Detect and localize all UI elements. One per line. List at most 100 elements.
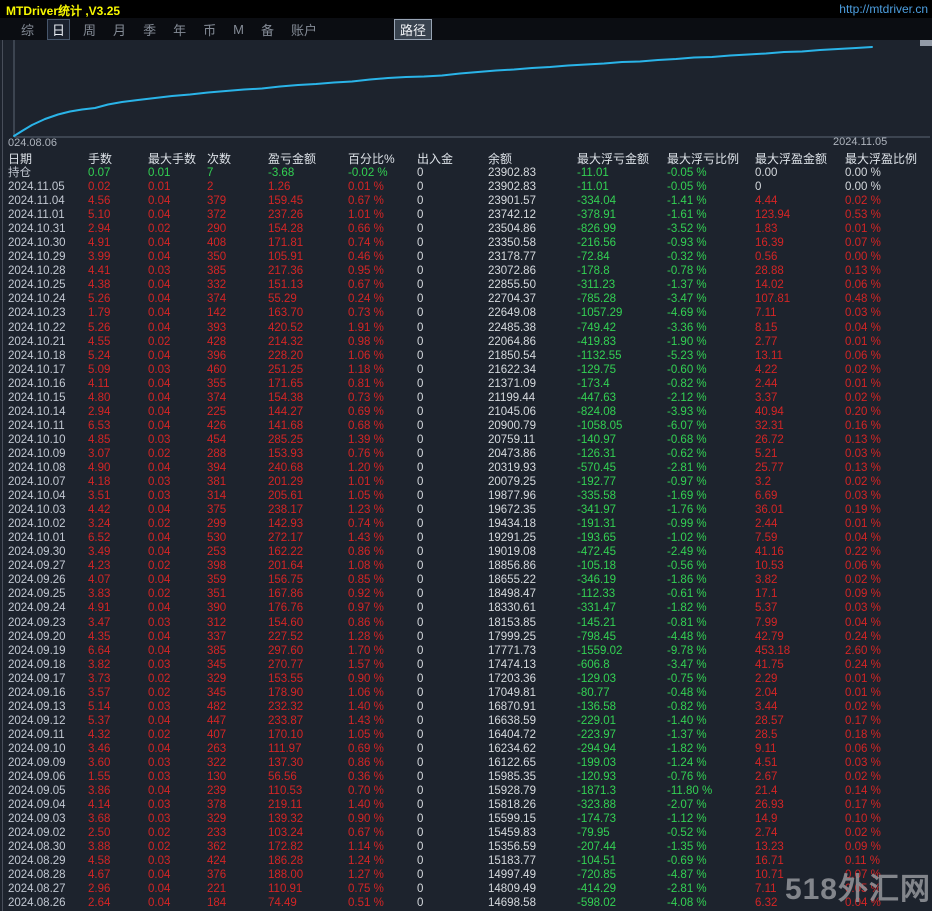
cell: 0.02 <box>148 335 171 348</box>
table-row[interactable]: 2024.09.11 4.32 0.02 407 170.10 1.05 % 0 16404.… <box>0 728 932 742</box>
table-row[interactable]: 2024.09.19 6.64 0.04 385 297.60 1.70 % 0 17771.… <box>0 644 932 658</box>
cell: -136.58 <box>577 700 617 713</box>
table-row[interactable]: 2024.10.30 4.91 0.04 408 171.81 0.74 % 0 23350.… <box>0 236 932 250</box>
cell: 3.37 <box>755 391 778 404</box>
cell: 0 <box>417 181 424 194</box>
table-row[interactable]: 2024.09.17 3.73 0.02 329 153.55 0.90 % 0 17203.… <box>0 672 932 686</box>
menu-item-10[interactable]: 账户 <box>287 19 321 40</box>
menu-item-5[interactable]: 季 <box>139 19 160 40</box>
table-row[interactable]: 2024.10.29 3.99 0.04 350 105.91 0.46 % 0 23178.… <box>0 250 932 264</box>
cell: 7.99 <box>755 616 778 629</box>
menu-bar: 综日周月季年币 M 备账户 路径 <box>0 18 932 40</box>
menu-item-1[interactable]: 综 <box>17 19 38 40</box>
table-row[interactable]: 2024.11.01 5.10 0.04 372 237.26 1.01 % 0 23742.… <box>0 208 932 222</box>
cell: 0 <box>417 644 424 657</box>
table-row[interactable]: 2024.10.10 4.85 0.03 454 285.25 1.39 % 0 20759.… <box>0 433 932 447</box>
table-row[interactable]: 2024.09.18 3.82 0.03 345 270.77 1.57 % 0 17474.… <box>0 658 932 672</box>
menu-item-7[interactable]: 币 <box>199 19 220 40</box>
table-row[interactable]: 2024.10.03 4.42 0.04 375 238.17 1.23 % 0 19672.… <box>0 503 932 517</box>
cell: 2024.09.04 <box>8 799 66 812</box>
table-row[interactable]: 2024.10.08 4.90 0.04 394 240.68 1.20 % 0 20319.… <box>0 461 932 475</box>
table-row[interactable]: 2024.09.25 3.83 0.02 351 167.86 0.92 % 0 18498.… <box>0 587 932 601</box>
table-row[interactable]: 2024.10.23 1.79 0.04 142 163.70 0.73 % 0 22649.… <box>0 306 932 320</box>
table-row[interactable]: 2024.09.26 4.07 0.04 359 156.75 0.85 % 0 18655.… <box>0 573 932 587</box>
cell: 0.17 % <box>845 799 881 812</box>
table-row[interactable]: 2024.09.12 5.37 0.04 447 233.87 1.43 % 0 16638.… <box>0 714 932 728</box>
app-url-link[interactable]: http://mtdriver.cn <box>839 2 928 16</box>
table-row[interactable]: 2024.10.02 3.24 0.02 299 142.93 0.74 % 0 19434.… <box>0 517 932 531</box>
cell: 0.67 % <box>348 195 384 208</box>
table-row[interactable]: 2024.10.15 4.80 0.04 374 154.38 0.73 % 0 21199.… <box>0 391 932 405</box>
table-row[interactable]: 2024.09.23 3.47 0.03 312 154.60 0.86 % 0 18153.… <box>0 616 932 630</box>
table-row[interactable]: 2024.10.24 5.26 0.04 374 55.29 0.24 % 0 22704.3… <box>0 292 932 306</box>
table-row[interactable]: 2024.09.09 3.60 0.03 322 137.30 0.86 % 0 16122.… <box>0 756 932 770</box>
menu-item-6[interactable]: 年 <box>169 19 190 40</box>
table-row[interactable]: 2024.09.16 3.57 0.02 345 178.90 1.06 % 0 17049.… <box>0 686 932 700</box>
cell: 0.04 <box>148 209 171 222</box>
menu-item-9[interactable]: 备 <box>257 19 278 40</box>
table-row[interactable]: 2024.10.04 3.51 0.03 314 205.61 1.05 % 0 19877.… <box>0 489 932 503</box>
table-row[interactable]: 2024.10.09 3.07 0.02 288 153.93 0.76 % 0 20473.… <box>0 447 932 461</box>
table-row[interactable]: 2024.09.27 4.23 0.02 398 201.64 1.08 % 0 18856.… <box>0 559 932 573</box>
menu-item-3[interactable]: 周 <box>79 19 100 40</box>
cell: -335.58 <box>577 490 617 503</box>
cell: 22704.37 <box>488 293 536 306</box>
cell: 16.39 <box>755 237 784 250</box>
cell: 0.14 % <box>845 785 881 798</box>
cell: 7.11 <box>755 307 777 320</box>
table-row[interactable]: 2024.10.25 4.38 0.04 332 151.13 0.67 % 0 22855.… <box>0 278 932 292</box>
table-row[interactable]: 2024.10.31 2.94 0.02 290 154.28 0.66 % 0 23504.… <box>0 222 932 236</box>
table-row[interactable]: 2024.09.06 1.55 0.03 130 56.56 0.36 % 0 15985.3… <box>0 770 932 784</box>
chart-start-date-label: 024.08.06 <box>8 137 57 149</box>
table-row[interactable]: 2024.10.16 4.11 0.04 355 171.65 0.81 % 0 21371.… <box>0 377 932 391</box>
cell: 0.18 % <box>845 728 881 741</box>
table-row[interactable]: 2024.11.05 0.02 0.01 2 1.26 0.01 % 0 23902.83 -1… <box>0 180 932 194</box>
cell: -223.97 <box>577 728 617 741</box>
table-row[interactable]: 2024.10.28 4.41 0.03 385 217.36 0.95 % 0 23072.… <box>0 264 932 278</box>
cell: 0 <box>417 560 424 573</box>
table-row[interactable]: 2024.10.01 6.52 0.04 530 272.17 1.43 % 0 19291.… <box>0 531 932 545</box>
menu-item-2[interactable]: 日 <box>47 18 71 40</box>
cell: -3.68 <box>268 167 295 179</box>
path-button[interactable]: 路径 <box>393 18 432 40</box>
table-row[interactable]: 2024.09.04 4.14 0.03 378 219.11 1.40 % 0 15818.… <box>0 798 932 812</box>
table-row[interactable]: 2024.11.04 4.56 0.04 379 159.45 0.67 % 0 23901.… <box>0 194 932 208</box>
table-row[interactable]: 2024.10.17 5.09 0.03 460 251.25 1.18 % 0 21622.… <box>0 363 932 377</box>
menu-item-4[interactable]: 月 <box>109 19 130 40</box>
menu-item-8[interactable]: M <box>229 21 248 38</box>
cell: 0.02 % <box>845 574 881 587</box>
cell: 0.04 <box>148 237 171 250</box>
cell: 0 <box>417 167 424 179</box>
cell: 0 <box>417 813 424 826</box>
table-row[interactable]: 2024.08.30 3.88 0.02 362 172.82 1.14 % 0 15356.… <box>0 840 932 854</box>
cell: 7 <box>207 167 214 179</box>
table-row[interactable]: 2024.10.18 5.24 0.04 396 228.20 1.06 % 0 21850.… <box>0 349 932 363</box>
table-row[interactable]: 2024.09.30 3.49 0.04 253 162.22 0.86 % 0 19019.… <box>0 545 932 559</box>
table-row[interactable]: 2024.09.10 3.46 0.04 263 111.97 0.69 % 0 16234.… <box>0 742 932 756</box>
table-row[interactable]: 2024.09.02 2.50 0.02 233 103.24 0.67 % 0 15459.… <box>0 826 932 840</box>
table-row[interactable]: 2024.09.03 3.68 0.03 329 139.32 0.90 % 0 15599.… <box>0 812 932 826</box>
cell: 4.07 <box>88 574 111 587</box>
table-row[interactable]: 2024.10.14 2.94 0.04 225 144.27 0.69 % 0 21045.… <box>0 405 932 419</box>
table-row[interactable]: 2024.09.20 4.35 0.04 337 227.52 1.28 % 0 17999.… <box>0 630 932 644</box>
table-row[interactable]: 2024.10.07 4.18 0.03 381 201.29 1.01 % 0 20079.… <box>0 475 932 489</box>
cell: 2024.08.30 <box>8 841 66 854</box>
table-row[interactable]: 2024.10.22 5.26 0.04 393 420.52 1.91 % 0 22485.… <box>0 321 932 335</box>
table-row[interactable]: 2024.10.11 6.53 0.04 426 141.68 0.68 % 0 20900.… <box>0 419 932 433</box>
cell: 159.45 <box>268 195 304 208</box>
cell: 0.04 <box>148 602 171 615</box>
table-row[interactable]: 2024.09.24 4.91 0.04 390 176.76 0.97 % 0 18330.… <box>0 601 932 615</box>
cell: 6.53 <box>88 419 111 432</box>
table-row[interactable]: 2024.10.21 4.55 0.02 428 214.32 0.98 % 0 22064.… <box>0 335 932 349</box>
cell: 3.44 <box>755 700 778 713</box>
cell: 5.14 <box>88 700 111 713</box>
cell: 26.72 <box>755 433 784 446</box>
table-row[interactable]: 2024.09.13 5.14 0.03 482 232.32 1.40 % 0 16870.… <box>0 700 932 714</box>
cell: 2024.10.17 <box>8 363 66 376</box>
table-row-position[interactable]: 持仓 0.07 0.01 7 -3.68 -0.02 % 0 23902.83 -11.01 -0… <box>0 166 932 180</box>
cell: 154.60 <box>268 616 304 629</box>
table-row[interactable]: 2024.09.05 3.86 0.04 239 110.53 0.70 % 0 15928.… <box>0 784 932 798</box>
cell: 4.23 <box>88 560 111 573</box>
cell: -0.05 % <box>667 181 707 194</box>
cell: 2024.09.27 <box>8 560 66 573</box>
